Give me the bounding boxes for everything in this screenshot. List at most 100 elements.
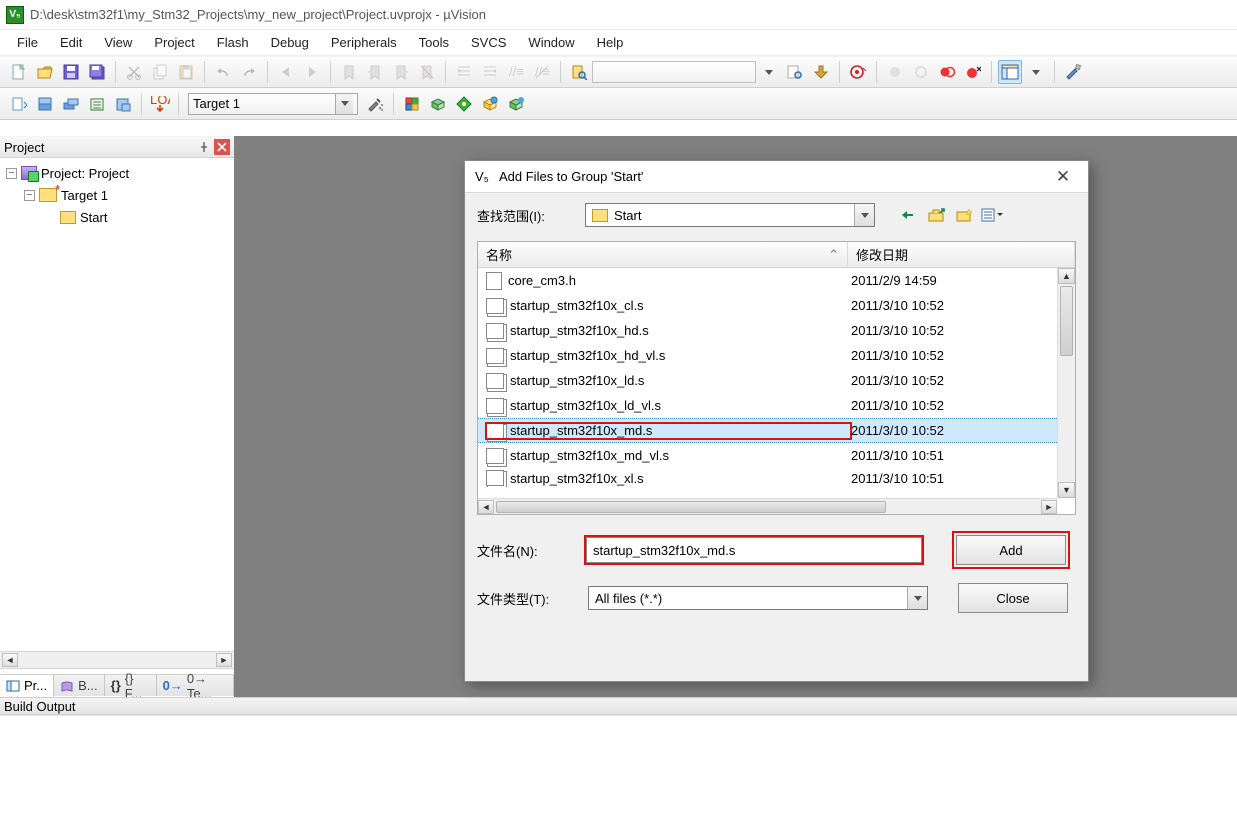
download-icon[interactable]: LOAD: [148, 92, 172, 116]
uncomment-icon[interactable]: //≡: [530, 60, 554, 84]
tab-books[interactable]: B...: [54, 675, 105, 696]
batch-build-icon[interactable]: [85, 92, 109, 116]
tab-functions[interactable]: {}{} F...: [105, 675, 157, 696]
save-all-icon[interactable]: [85, 60, 109, 84]
open-file-icon[interactable]: [33, 60, 57, 84]
file-name[interactable]: startup_stm32f10x_ld.s: [486, 373, 851, 389]
comment-icon[interactable]: //≡: [504, 60, 528, 84]
close-icon[interactable]: ✕: [1048, 167, 1078, 187]
cut-icon[interactable]: [122, 60, 146, 84]
scroll-left-icon[interactable]: ◄: [478, 500, 494, 514]
indent-icon[interactable]: [452, 60, 476, 84]
bookmark-clear-icon[interactable]: [415, 60, 439, 84]
file-row[interactable]: startup_stm32f10x_ld_vl.s2011/3/10 10:52: [478, 393, 1057, 418]
file-name[interactable]: startup_stm32f10x_ld_vl.s: [486, 398, 851, 414]
outdent-icon[interactable]: [478, 60, 502, 84]
tree-root-label[interactable]: Project: Project: [41, 166, 129, 181]
menu-window[interactable]: Window: [517, 33, 585, 52]
find-next-icon[interactable]: [783, 60, 807, 84]
scroll-down-icon[interactable]: ▼: [1058, 482, 1075, 498]
close-panel-icon[interactable]: [214, 139, 230, 155]
file-name[interactable]: core_cm3.h: [486, 272, 851, 290]
select-software-packs-icon[interactable]: [426, 92, 450, 116]
file-name[interactable]: startup_stm32f10x_hd_vl.s: [486, 348, 851, 364]
manage-project-items-icon[interactable]: [400, 92, 424, 116]
scroll-up-icon[interactable]: ▲: [1058, 268, 1075, 284]
undo-icon[interactable]: [211, 60, 235, 84]
menu-file[interactable]: File: [6, 33, 49, 52]
horizontal-scrollbar[interactable]: ◄ ►: [478, 498, 1057, 514]
tree-collapse-icon[interactable]: −: [24, 190, 35, 201]
bookmark-toggle-icon[interactable]: [337, 60, 361, 84]
nav-back-icon[interactable]: [274, 60, 298, 84]
dialog-titlebar[interactable]: V₅ Add Files to Group 'Start' ✕: [465, 161, 1088, 193]
target-select[interactable]: Target 1: [188, 93, 358, 115]
tree-group-label[interactable]: Start: [80, 210, 107, 225]
project-tree[interactable]: −Project: Project −Target 1 Start: [0, 158, 234, 232]
breakpoint-kill-all-icon[interactable]: [961, 60, 985, 84]
debug-start-icon[interactable]: [846, 60, 870, 84]
lookin-combo[interactable]: Start: [585, 203, 875, 227]
build-icon[interactable]: [33, 92, 57, 116]
file-list-body[interactable]: core_cm3.h2011/2/9 14:59startup_stm32f10…: [478, 268, 1057, 498]
menu-edit[interactable]: Edit: [49, 33, 93, 52]
filename-input[interactable]: [586, 537, 922, 563]
up-one-level-icon[interactable]: [925, 205, 947, 225]
col-date[interactable]: 修改日期: [848, 242, 1075, 267]
add-button[interactable]: Add: [956, 535, 1066, 565]
breakpoint-enable-icon[interactable]: [909, 60, 933, 84]
scroll-left-icon[interactable]: ◄: [2, 653, 18, 667]
file-row[interactable]: startup_stm32f10x_ld.s2011/3/10 10:52: [478, 368, 1057, 393]
last-folder-icon[interactable]: [897, 205, 919, 225]
filetype-combo[interactable]: All files (*.*): [588, 586, 928, 610]
paste-icon[interactable]: [174, 60, 198, 84]
manage-rte-icon[interactable]: [452, 92, 476, 116]
breakpoint-disable-all-icon[interactable]: [935, 60, 959, 84]
window-layout-dropdown-icon[interactable]: [1024, 60, 1048, 84]
menu-tools[interactable]: Tools: [408, 33, 460, 52]
file-row[interactable]: core_cm3.h2011/2/9 14:59: [478, 268, 1057, 293]
vertical-scrollbar[interactable]: ▲ ▼: [1057, 268, 1075, 498]
scroll-thumb[interactable]: [496, 501, 886, 513]
tab-project[interactable]: Pr...: [0, 675, 54, 696]
scroll-thumb[interactable]: [1060, 286, 1073, 356]
col-name[interactable]: 名称⌃: [478, 242, 848, 267]
scroll-right-icon[interactable]: ►: [1041, 500, 1057, 514]
menu-svcs[interactable]: SVCS: [460, 33, 517, 52]
find-in-files-icon[interactable]: [567, 60, 591, 84]
file-name[interactable]: startup_stm32f10x_md.s: [486, 423, 851, 439]
view-menu-icon[interactable]: [981, 205, 1003, 225]
file-name[interactable]: startup_stm32f10x_cl.s: [486, 298, 851, 314]
pin-icon[interactable]: [196, 139, 212, 155]
chevron-down-icon[interactable]: [907, 587, 927, 609]
rebuild-icon[interactable]: [59, 92, 83, 116]
breakpoint-insert-icon[interactable]: [883, 60, 907, 84]
translate-icon[interactable]: [7, 92, 31, 116]
file-row[interactable]: startup_stm32f10x_md.s2011/3/10 10:52: [478, 418, 1057, 443]
file-list-header[interactable]: 名称⌃ 修改日期: [478, 242, 1075, 268]
file-row[interactable]: startup_stm32f10x_hd.s2011/3/10 10:52: [478, 318, 1057, 343]
pack-installer-icon[interactable]: [504, 92, 528, 116]
stop-build-icon[interactable]: [111, 92, 135, 116]
file-row[interactable]: startup_stm32f10x_cl.s2011/3/10 10:52: [478, 293, 1057, 318]
menu-project[interactable]: Project: [143, 33, 205, 52]
menu-peripherals[interactable]: Peripherals: [320, 33, 408, 52]
window-layout-icon[interactable]: [998, 60, 1022, 84]
target-options-icon[interactable]: [363, 92, 387, 116]
chevron-down-icon[interactable]: [854, 204, 874, 226]
bookmark-prev-icon[interactable]: [363, 60, 387, 84]
tree-target-label[interactable]: Target 1: [61, 188, 108, 203]
scroll-right-icon[interactable]: ►: [216, 653, 232, 667]
new-file-icon[interactable]: [7, 60, 31, 84]
file-name[interactable]: startup_stm32f10x_hd.s: [486, 323, 851, 339]
menu-flash[interactable]: Flash: [206, 33, 260, 52]
file-row[interactable]: startup_stm32f10x_md_vl.s2011/3/10 10:51: [478, 443, 1057, 468]
nav-fwd-icon[interactable]: [300, 60, 324, 84]
redo-icon[interactable]: [237, 60, 261, 84]
bookmark-next-icon[interactable]: [389, 60, 413, 84]
menu-help[interactable]: Help: [586, 33, 635, 52]
copy-icon[interactable]: [148, 60, 172, 84]
incremental-find-icon[interactable]: [809, 60, 833, 84]
configure-icon[interactable]: [1061, 60, 1085, 84]
tree-collapse-icon[interactable]: −: [6, 168, 17, 179]
